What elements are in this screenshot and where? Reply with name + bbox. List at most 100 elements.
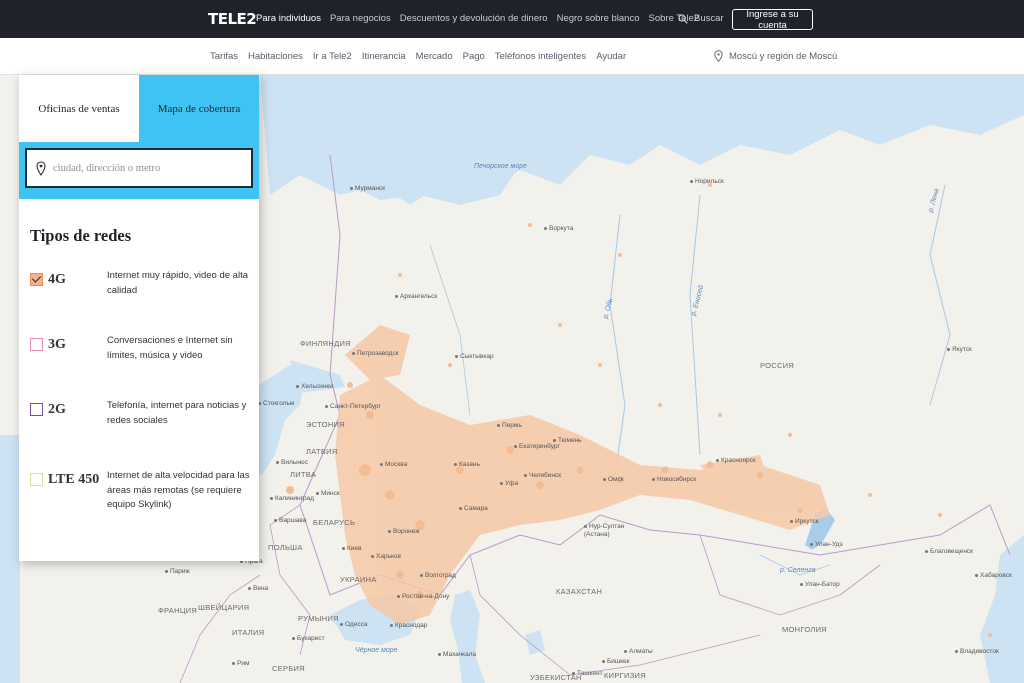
checkbox-4g[interactable] <box>30 273 43 286</box>
city-label-vienna: Вена <box>248 585 268 592</box>
city-label-warsaw: Варшава <box>274 517 306 524</box>
city-label-tyumen: Тюмень <box>553 437 582 444</box>
search-placeholder: ciudad, dirección o metro <box>53 162 161 174</box>
city-label-kaliningrad: Калининград <box>270 495 314 502</box>
country-label-switzerland: ШВЕЙЦАРИЯ <box>198 603 250 612</box>
city-label-makhachkala: Махачкала <box>438 651 476 658</box>
city-label-yekaterinburg: Екатеринбург <box>514 443 560 450</box>
city-label-ulan-ude: Улан-Удэ <box>810 541 843 548</box>
search-link[interactable]: Buscar <box>678 13 724 24</box>
network-label-lte450: LTE 450 <box>48 472 100 487</box>
city-label-samara: Самара <box>459 505 488 512</box>
city-label-moscow: Москва <box>380 461 407 468</box>
region-label: Moscú y región de Moscú <box>729 50 838 62</box>
secondary-navigation-bar: Tarifas Habitaciones Ir a Tele2 Itineran… <box>0 38 1024 75</box>
subnav-go-to-tele2[interactable]: Ir a Tele2 <box>313 51 352 62</box>
city-label-krasnoyarsk: Красноярск <box>716 457 756 464</box>
location-pin-icon <box>714 50 723 62</box>
country-label-estonia: ЭСТОНИЯ <box>306 420 345 429</box>
country-label-latvia: ЛАТВИЯ <box>306 447 338 456</box>
city-label-bishkek: Бишкек <box>602 658 630 665</box>
tele2-logo[interactable]: TELE2 <box>208 10 257 28</box>
city-label-tashkent: Ташкент <box>572 670 603 677</box>
network-desc-3g: Conversaciones e Internet sin límites, m… <box>107 335 233 361</box>
checkbox-3g[interactable] <box>30 338 43 351</box>
nav-individuals[interactable]: Para individuos <box>256 13 321 24</box>
city-label-syktyvkar: Сыктывкар <box>455 353 494 360</box>
city-label-khabarovsk: Хабаровск <box>975 572 1012 579</box>
city-label-blagoveshchensk: Благовещенск <box>925 548 973 555</box>
address-search-input[interactable]: ciudad, dirección o metro <box>25 148 253 188</box>
city-label-paris: Париж <box>165 568 190 575</box>
country-label-italy: ИТАЛИЯ <box>232 628 265 637</box>
city-label-kharkiv: Харьков <box>371 553 401 560</box>
city-label-vorkuta: Воркута <box>544 225 573 232</box>
country-label-poland: ПОЛЬША <box>268 543 303 552</box>
sea-label-pechora: Печорское море <box>474 163 527 170</box>
country-label-kazakhstan: КАЗАХСТАН <box>556 587 603 596</box>
city-label-perm: Пермь <box>497 422 522 429</box>
subnav-smartphones[interactable]: Teléfonos inteligentes <box>495 51 586 62</box>
subnav-payment[interactable]: Pago <box>463 51 485 62</box>
nav-discounts[interactable]: Descuentos y devolución de dinero <box>400 13 548 24</box>
location-pin-icon <box>36 161 46 176</box>
subnav-help[interactable]: Ayudar <box>596 51 626 62</box>
city-label-ufa: Уфа <box>500 480 518 487</box>
city-label-krasnodar: Краснодар <box>390 622 427 629</box>
city-label-minsk: Минск <box>316 490 340 497</box>
city-label-almaty: Алматы <box>624 648 653 655</box>
subnav-roaming[interactable]: Itinerancia <box>362 51 406 62</box>
network-label-3g: 3G <box>48 337 66 352</box>
country-label-mongolia: МОНГОЛИЯ <box>782 625 828 634</box>
city-label-bucharest: Бухарест <box>292 635 325 642</box>
city-label-odessa: Одесса <box>340 621 367 628</box>
country-label-kyrgyzstan: КИРГИЗИЯ <box>604 671 646 680</box>
city-label-rostov: Ростов-на-Дону <box>397 593 449 600</box>
country-label-ukraine: УКРАИНА <box>340 575 377 584</box>
login-button[interactable]: Ingrese a su cuenta <box>732 9 813 31</box>
network-label-4g: 4G <box>48 272 66 287</box>
network-label-2g: 2G <box>48 402 66 417</box>
city-label-saint-petersburg: Санкт-Петербург <box>325 403 381 410</box>
checkbox-2g[interactable] <box>30 403 43 416</box>
network-types-title: Tipos de redes <box>30 226 132 245</box>
region-selector[interactable]: Moscú y región de Moscú <box>714 50 837 62</box>
checkbox-lte450[interactable] <box>30 473 43 486</box>
sea-label-black: Чёрное море <box>355 647 398 654</box>
city-label-stockholm: Стокгольм <box>258 400 294 407</box>
country-label-finland: ФИНЛЯНДИЯ <box>300 339 351 348</box>
city-label-irkutsk: Иркутск <box>790 518 818 525</box>
subnav-rooms[interactable]: Habitaciones <box>248 51 303 62</box>
city-label-novosibirsk: Новосибирск <box>652 476 696 483</box>
tab-sales-offices[interactable]: Oficinas de ventas <box>19 75 139 142</box>
city-label-omsk: Омск <box>603 476 624 483</box>
country-label-belarus: БЕЛАРУСЬ <box>313 518 356 527</box>
top-navigation-bar: TELE2 Para individuos Para negocios Desc… <box>0 0 1024 38</box>
country-label-russia: РОССИЯ <box>760 361 795 370</box>
search-label: Buscar <box>694 13 724 24</box>
city-label-yakutsk: Якутск <box>947 346 972 353</box>
city-label-arkhangelsk: Архангельск <box>395 293 437 300</box>
city-label-ulaanbaatar: Улан-Батор <box>800 581 840 588</box>
city-label-kazan: Казань <box>454 461 480 468</box>
city-label-kyiv: Киев <box>342 545 362 552</box>
city-label-helsinki: Хельсинки <box>296 383 333 390</box>
nav-black-on-white[interactable]: Negro sobre blanco <box>557 13 640 24</box>
city-label-voronezh: Воронеж <box>388 528 420 535</box>
city-label-volgograd: Волгоград <box>420 572 456 579</box>
city-label-petrozavodsk: Петрозаводск <box>352 350 399 357</box>
tab-coverage-map[interactable]: Mapa de cobertura <box>139 75 259 142</box>
search-icon <box>678 13 688 24</box>
nav-business[interactable]: Para negocios <box>330 13 391 24</box>
network-desc-lte450: Internet de alta velocidad para las área… <box>107 470 250 511</box>
top-nav: Para individuos Para negocios Descuentos… <box>256 13 699 24</box>
subnav-market[interactable]: Mercado <box>416 51 453 62</box>
secondary-nav: Tarifas Habitaciones Ir a Tele2 Itineran… <box>210 51 626 62</box>
country-label-serbia: СЕРБИЯ <box>272 664 305 673</box>
city-label-vilnius: Вильнюс <box>276 459 308 466</box>
country-label-france: ФРАНЦИЯ <box>158 606 198 615</box>
city-label-murmansk: Мурманск <box>350 185 385 192</box>
address-search-zone: ciudad, dirección o metro <box>19 142 259 199</box>
city-label-norilsk: Норильск <box>690 178 724 185</box>
subnav-tariffs[interactable]: Tarifas <box>210 51 238 62</box>
